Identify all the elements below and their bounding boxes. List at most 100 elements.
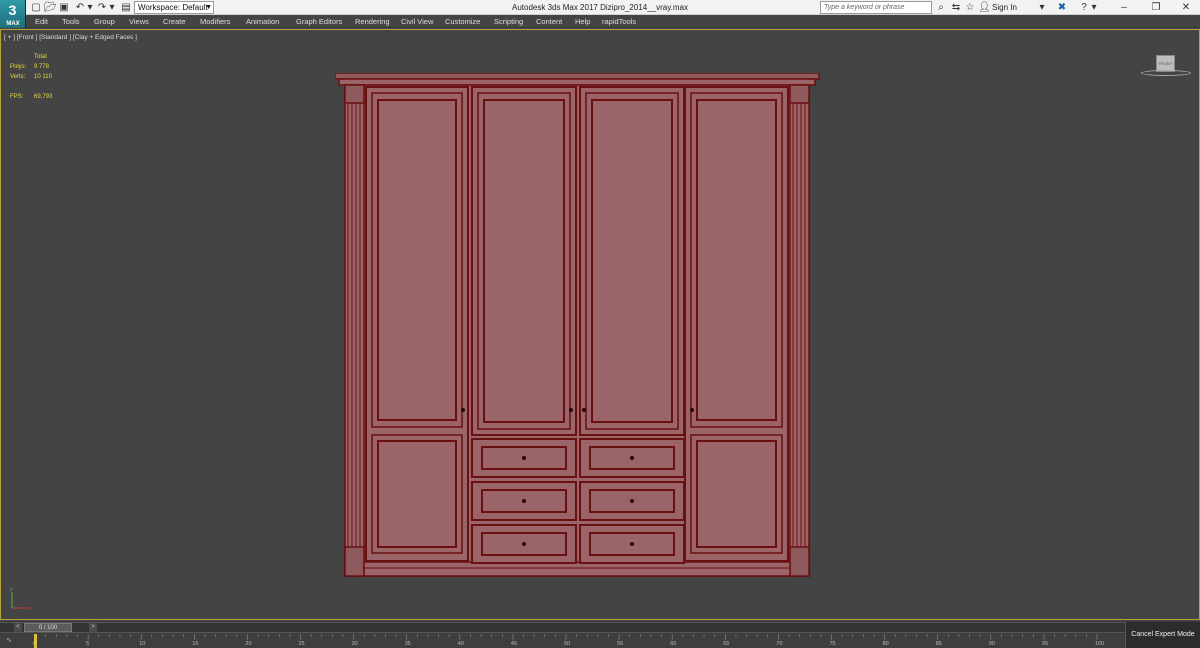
- restore-icon[interactable]: ❐: [1145, 1, 1167, 14]
- chevron-down-icon[interactable]: ▾: [1090, 1, 1098, 14]
- open-file-icon[interactable]: 📂︎: [44, 2, 57, 13]
- axis-tripod-icon: x z: [10, 587, 32, 612]
- timeline-ruler[interactable]: ∿ 0 5 10 15 20 25 30 35 40 45 50 55 60 65 70 75 80 85 90 95…: [0, 634, 1125, 648]
- slider-next-icon[interactable]: >: [89, 623, 97, 632]
- inner-door-panel: [591, 99, 673, 423]
- title-bar: Autodesk 3ds Max 2017 Dizipro_2014__vray…: [0, 0, 1200, 15]
- svg-text:z: z: [10, 587, 13, 593]
- menu-group[interactable]: Group: [94, 15, 115, 28]
- chevron-down-icon[interactable]: ▾: [1038, 1, 1046, 14]
- help-icon[interactable]: ?: [1078, 1, 1090, 14]
- search-icon[interactable]: ⌕: [935, 1, 947, 14]
- stats-verts-value: 10 110: [34, 74, 52, 80]
- save-file-icon[interactable]: ▣: [58, 2, 70, 13]
- wardrobe-model[interactable]: [335, 73, 821, 579]
- stats-fps-label: FPS:: [10, 94, 24, 100]
- drawer-knob: [630, 456, 634, 460]
- drawer-knob: [522, 456, 526, 460]
- door-knob: [582, 408, 586, 412]
- close-icon[interactable]: ✕: [1175, 1, 1197, 14]
- inner-door-panel: [483, 99, 565, 423]
- stats-total-label: Total: [34, 54, 47, 60]
- cornice-lower: [338, 78, 816, 86]
- drawer-knob: [522, 542, 526, 546]
- redo-icon[interactable]: ↷: [96, 2, 108, 13]
- door-knob: [461, 408, 465, 412]
- time-slider-thumb[interactable]: 0 / 100: [24, 623, 72, 632]
- menu-help[interactable]: Help: [575, 15, 590, 28]
- door-knob: [569, 408, 573, 412]
- timeline-tick-label: 0: [33, 641, 37, 647]
- cornice-top: [335, 73, 820, 80]
- redo-dropdown-icon[interactable]: ▾: [108, 2, 116, 13]
- undo-icon[interactable]: ↶: [74, 2, 86, 13]
- user-icon[interactable]: 👤︎: [978, 1, 991, 14]
- timeline-tick-label: 10: [139, 641, 146, 647]
- time-slider[interactable]: < 0 / 100 >: [0, 622, 1125, 633]
- timeline-tick-label: 100: [1095, 641, 1105, 647]
- menu-graph-editors[interactable]: Graph Editors: [296, 15, 342, 28]
- timeline-tick-label: 95: [1041, 641, 1049, 647]
- viewport-label-menu[interactable]: [ + ] [Front ] [Standard ] [Clay + Edged…: [4, 33, 137, 42]
- menu-animation[interactable]: Animation: [246, 15, 279, 28]
- drawer-knob: [630, 499, 634, 503]
- timeline-tick-label: 65: [723, 641, 730, 647]
- menu-tools[interactable]: Tools: [62, 15, 80, 28]
- project-folder-icon[interactable]: ▤: [120, 2, 132, 13]
- menu-content[interactable]: Content: [536, 15, 562, 28]
- favorites-star-icon[interactable]: ☆: [964, 1, 976, 14]
- drawer-knob: [630, 542, 634, 546]
- viewcube-compass-ring[interactable]: [1141, 70, 1191, 76]
- stats-polys-value: 9 778: [34, 64, 50, 70]
- exchange-apps-icon[interactable]: ✖: [1056, 1, 1068, 14]
- undo-dropdown-icon[interactable]: ▾: [86, 2, 94, 13]
- chevron-down-icon: ▼: [205, 4, 212, 11]
- drawer-knob: [522, 499, 526, 503]
- right-plinth: [789, 546, 810, 577]
- menu-create[interactable]: Create: [163, 15, 186, 28]
- svg-text:x: x: [29, 606, 32, 612]
- timeline-tick-label: 25: [298, 641, 305, 647]
- timeline-tick-label: 85: [935, 641, 942, 647]
- left-capital: [344, 84, 365, 104]
- timeline-tick-label: 70: [776, 641, 783, 647]
- timeline-tick-label: 50: [564, 641, 571, 647]
- cancel-expert-mode-button[interactable]: Cancel Expert Mode: [1125, 622, 1200, 648]
- timeline-tick-label: 35: [404, 641, 411, 647]
- right-capital: [789, 84, 810, 104]
- curve-editor-icon[interactable]: ∿: [6, 636, 12, 644]
- left-plinth: [344, 546, 365, 577]
- timeline-tick-label: 15: [192, 641, 199, 647]
- viewcube[interactable]: FRONT: [1141, 52, 1191, 78]
- logo-text: 3: [8, 2, 17, 18]
- menu-modifiers[interactable]: Modifiers: [200, 15, 230, 28]
- menu-rendering[interactable]: Rendering: [355, 15, 390, 28]
- menu-scripting[interactable]: Scripting: [494, 15, 523, 28]
- sign-in-link[interactable]: Sign In: [992, 1, 1017, 14]
- timeline-tick-label: 20: [245, 641, 252, 647]
- minimize-icon[interactable]: –: [1113, 1, 1135, 14]
- outer-door-upper-panel: [696, 99, 777, 421]
- app-logo-icon[interactable]: 3 MAX: [0, 0, 26, 28]
- workspace-value: Workspace: Default: [138, 3, 208, 12]
- menu-civil-view[interactable]: Civil View: [401, 15, 433, 28]
- menu-views[interactable]: Views: [129, 15, 149, 28]
- timeline-tick-label: 75: [829, 641, 836, 647]
- timeline-tick-label: 60: [670, 641, 677, 647]
- timeline-tick-label: 55: [617, 641, 624, 647]
- menu-customize[interactable]: Customize: [445, 15, 480, 28]
- new-file-icon[interactable]: ▢: [30, 2, 42, 13]
- menu-edit[interactable]: Edit: [35, 15, 48, 28]
- menu-rapidtools[interactable]: rapidTools: [602, 15, 636, 28]
- search-input[interactable]: Type a keyword or phrase: [820, 1, 932, 14]
- app-window: Autodesk 3ds Max 2017 Dizipro_2014__vray…: [0, 0, 1200, 648]
- outer-door-lower-panel: [377, 440, 457, 548]
- timeline-tick-label: 90: [988, 641, 995, 647]
- stats-verts-label: Verts:: [10, 74, 26, 80]
- timeline-tick-label: 80: [882, 641, 889, 647]
- communication-center-icon[interactable]: ⇆: [950, 1, 962, 14]
- workspace-dropdown[interactable]: Workspace: Default ▼: [134, 1, 214, 14]
- slider-prev-icon[interactable]: <: [14, 623, 22, 632]
- timeline-tick-label: 30: [351, 641, 358, 647]
- menu-bar: Edit Tools Group Views Create Modifiers …: [26, 15, 1200, 28]
